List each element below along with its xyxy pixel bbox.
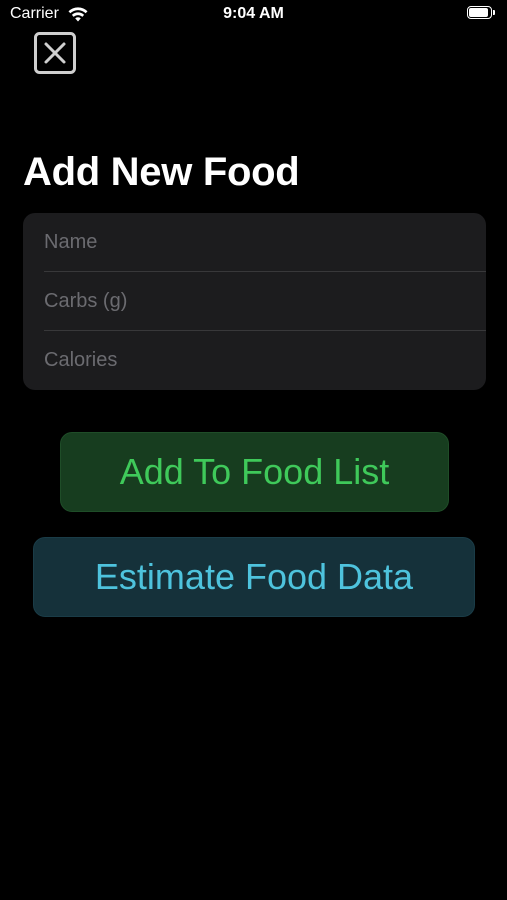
battery-icon [467, 6, 497, 20]
page-title: Add New Food [23, 150, 300, 194]
close-icon [34, 32, 76, 74]
calories-field[interactable] [44, 331, 464, 390]
carbs-row [23, 272, 486, 331]
estimate-food-data-label: Estimate Food Data [94, 556, 414, 597]
status-bar: Carrier 9:04 AM [0, 0, 507, 30]
add-to-food-list-label: Add To Food List [119, 451, 390, 492]
add-to-food-list-button[interactable]: Add To Food List [60, 432, 449, 512]
carbs-field[interactable] [44, 272, 464, 331]
name-row [23, 213, 486, 272]
food-form [23, 213, 486, 390]
close-button[interactable] [34, 32, 76, 74]
clock: 9:04 AM [223, 5, 284, 22]
calories-row [23, 331, 486, 390]
name-field[interactable] [44, 213, 464, 272]
estimate-food-data-button[interactable]: Estimate Food Data [33, 537, 475, 617]
